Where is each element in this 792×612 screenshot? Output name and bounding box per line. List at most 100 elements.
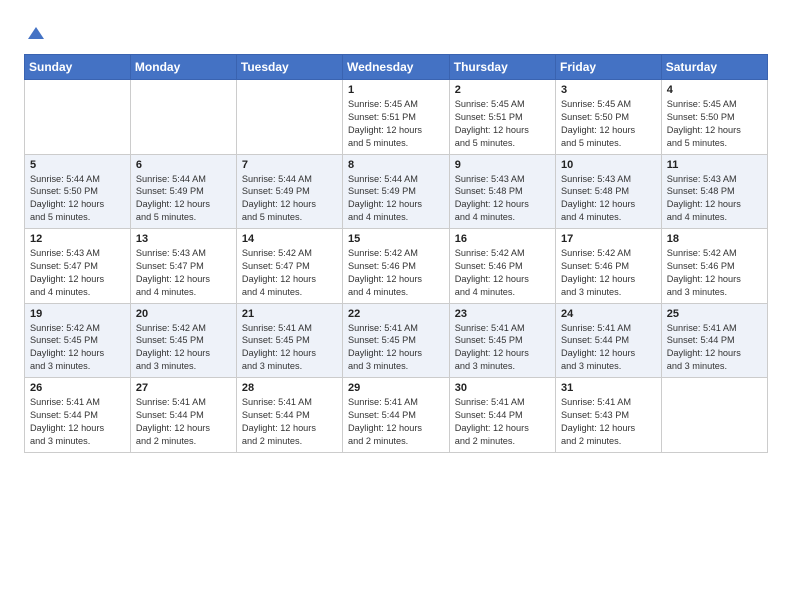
day-number: 9: [455, 159, 550, 171]
cell-content: Sunrise: 5:44 AM Sunset: 5:50 PM Dayligh…: [30, 173, 125, 225]
cell-content: Sunrise: 5:41 AM Sunset: 5:44 PM Dayligh…: [30, 396, 125, 448]
day-header: Thursday: [449, 55, 555, 80]
calendar-cell: 30 Sunrise: 5:41 AM Sunset: 5:44 PM Dayli…: [449, 378, 555, 453]
calendar-week-row: 19 Sunrise: 5:42 AM Sunset: 5:45 PM Dayli…: [25, 303, 768, 378]
cell-content: Sunrise: 5:43 AM Sunset: 5:47 PM Dayligh…: [30, 247, 125, 299]
cell-content: Sunrise: 5:41 AM Sunset: 5:44 PM Dayligh…: [242, 396, 337, 448]
logo-text: [24, 24, 47, 46]
calendar-cell: 26 Sunrise: 5:41 AM Sunset: 5:44 PM Dayli…: [25, 378, 131, 453]
calendar-week-row: 12 Sunrise: 5:43 AM Sunset: 5:47 PM Dayli…: [25, 229, 768, 304]
cell-content: Sunrise: 5:45 AM Sunset: 5:50 PM Dayligh…: [561, 98, 656, 150]
day-number: 20: [136, 308, 231, 320]
cell-content: Sunrise: 5:41 AM Sunset: 5:44 PM Dayligh…: [455, 396, 550, 448]
cell-content: Sunrise: 5:41 AM Sunset: 5:43 PM Dayligh…: [561, 396, 656, 448]
day-number: 11: [667, 159, 762, 171]
calendar-cell: 21 Sunrise: 5:41 AM Sunset: 5:45 PM Dayli…: [236, 303, 342, 378]
calendar-cell: 22 Sunrise: 5:41 AM Sunset: 5:45 PM Dayli…: [342, 303, 449, 378]
cell-content: Sunrise: 5:44 AM Sunset: 5:49 PM Dayligh…: [136, 173, 231, 225]
day-number: 3: [561, 84, 656, 96]
day-number: 5: [30, 159, 125, 171]
day-number: 4: [667, 84, 762, 96]
calendar-cell: 4 Sunrise: 5:45 AM Sunset: 5:50 PM Daylig…: [661, 80, 767, 155]
calendar-cell: 10 Sunrise: 5:43 AM Sunset: 5:48 PM Dayli…: [556, 154, 662, 229]
calendar-cell: 5 Sunrise: 5:44 AM Sunset: 5:50 PM Daylig…: [25, 154, 131, 229]
day-header: Sunday: [25, 55, 131, 80]
day-number: 1: [348, 84, 444, 96]
cell-content: Sunrise: 5:41 AM Sunset: 5:44 PM Dayligh…: [136, 396, 231, 448]
day-number: 22: [348, 308, 444, 320]
logo-icon: [25, 24, 47, 46]
calendar-cell: 16 Sunrise: 5:42 AM Sunset: 5:46 PM Dayli…: [449, 229, 555, 304]
day-header: Wednesday: [342, 55, 449, 80]
cell-content: Sunrise: 5:41 AM Sunset: 5:44 PM Dayligh…: [667, 322, 762, 374]
day-number: 31: [561, 382, 656, 394]
cell-content: Sunrise: 5:42 AM Sunset: 5:46 PM Dayligh…: [667, 247, 762, 299]
calendar-cell: 29 Sunrise: 5:41 AM Sunset: 5:44 PM Dayli…: [342, 378, 449, 453]
cell-content: Sunrise: 5:45 AM Sunset: 5:50 PM Dayligh…: [667, 98, 762, 150]
day-header: Friday: [556, 55, 662, 80]
calendar-cell: 27 Sunrise: 5:41 AM Sunset: 5:44 PM Dayli…: [130, 378, 236, 453]
day-number: 29: [348, 382, 444, 394]
day-number: 18: [667, 233, 762, 245]
cell-content: Sunrise: 5:41 AM Sunset: 5:45 PM Dayligh…: [348, 322, 444, 374]
logo: [24, 24, 47, 46]
calendar-cell: 17Sunrise: 5:42 AM Sunset: 5:46 PM Dayli…: [556, 229, 662, 304]
day-header: Tuesday: [236, 55, 342, 80]
cell-content: Sunrise: 5:44 AM Sunset: 5:49 PM Dayligh…: [242, 173, 337, 225]
calendar-cell: [130, 80, 236, 155]
day-number: 27: [136, 382, 231, 394]
calendar-cell: 15 Sunrise: 5:42 AM Sunset: 5:46 PM Dayli…: [342, 229, 449, 304]
day-number: 23: [455, 308, 550, 320]
calendar-cell: 2 Sunrise: 5:45 AM Sunset: 5:51 PM Daylig…: [449, 80, 555, 155]
day-number: 12: [30, 233, 125, 245]
day-number: 2: [455, 84, 550, 96]
calendar-cell: [25, 80, 131, 155]
day-number: 19: [30, 308, 125, 320]
cell-content: Sunrise: 5:41 AM Sunset: 5:45 PM Dayligh…: [455, 322, 550, 374]
cell-content: Sunrise: 5:42 AM Sunset: 5:46 PM Dayligh…: [455, 247, 550, 299]
cell-content: Sunrise: 5:45 AM Sunset: 5:51 PM Dayligh…: [348, 98, 444, 150]
day-number: 15: [348, 233, 444, 245]
calendar-cell: 14Sunrise: 5:42 AM Sunset: 5:47 PM Dayli…: [236, 229, 342, 304]
cell-content: Sunrise: 5:41 AM Sunset: 5:45 PM Dayligh…: [242, 322, 337, 374]
cell-content: Sunrise: 5:44 AM Sunset: 5:49 PM Dayligh…: [348, 173, 444, 225]
calendar-cell: 25Sunrise: 5:41 AM Sunset: 5:44 PM Dayli…: [661, 303, 767, 378]
calendar-week-row: 26 Sunrise: 5:41 AM Sunset: 5:44 PM Dayli…: [25, 378, 768, 453]
day-number: 28: [242, 382, 337, 394]
calendar-cell: 7Sunrise: 5:44 AM Sunset: 5:49 PM Daylig…: [236, 154, 342, 229]
calendar-cell: 12 Sunrise: 5:43 AM Sunset: 5:47 PM Dayli…: [25, 229, 131, 304]
cell-content: Sunrise: 5:45 AM Sunset: 5:51 PM Dayligh…: [455, 98, 550, 150]
calendar-cell: 8 Sunrise: 5:44 AM Sunset: 5:49 PM Daylig…: [342, 154, 449, 229]
day-number: 14: [242, 233, 337, 245]
calendar-cell: 24Sunrise: 5:41 AM Sunset: 5:44 PM Dayli…: [556, 303, 662, 378]
cell-content: Sunrise: 5:41 AM Sunset: 5:44 PM Dayligh…: [561, 322, 656, 374]
day-number: 16: [455, 233, 550, 245]
cell-content: Sunrise: 5:43 AM Sunset: 5:47 PM Dayligh…: [136, 247, 231, 299]
page-header: [24, 20, 768, 46]
calendar-week-row: 1 Sunrise: 5:45 AM Sunset: 5:51 PM Daylig…: [25, 80, 768, 155]
day-number: 13: [136, 233, 231, 245]
cell-content: Sunrise: 5:42 AM Sunset: 5:46 PM Dayligh…: [348, 247, 444, 299]
calendar-cell: [661, 378, 767, 453]
cell-content: Sunrise: 5:42 AM Sunset: 5:45 PM Dayligh…: [136, 322, 231, 374]
day-number: 10: [561, 159, 656, 171]
calendar-cell: 31 Sunrise: 5:41 AM Sunset: 5:43 PM Dayli…: [556, 378, 662, 453]
calendar-cell: 3 Sunrise: 5:45 AM Sunset: 5:50 PM Daylig…: [556, 80, 662, 155]
day-number: 21: [242, 308, 337, 320]
day-number: 30: [455, 382, 550, 394]
calendar-cell: 6 Sunrise: 5:44 AM Sunset: 5:49 PM Daylig…: [130, 154, 236, 229]
day-header: Saturday: [661, 55, 767, 80]
cell-content: Sunrise: 5:42 AM Sunset: 5:46 PM Dayligh…: [561, 247, 656, 299]
calendar-cell: 11Sunrise: 5:43 AM Sunset: 5:48 PM Dayli…: [661, 154, 767, 229]
day-header: Monday: [130, 55, 236, 80]
day-number: 6: [136, 159, 231, 171]
day-number: 26: [30, 382, 125, 394]
calendar-week-row: 5 Sunrise: 5:44 AM Sunset: 5:50 PM Daylig…: [25, 154, 768, 229]
calendar-cell: 20 Sunrise: 5:42 AM Sunset: 5:45 PM Dayli…: [130, 303, 236, 378]
cell-content: Sunrise: 5:41 AM Sunset: 5:44 PM Dayligh…: [348, 396, 444, 448]
calendar-cell: 19Sunrise: 5:42 AM Sunset: 5:45 PM Dayli…: [25, 303, 131, 378]
calendar-cell: 1 Sunrise: 5:45 AM Sunset: 5:51 PM Daylig…: [342, 80, 449, 155]
cell-content: Sunrise: 5:43 AM Sunset: 5:48 PM Dayligh…: [561, 173, 656, 225]
day-number: 8: [348, 159, 444, 171]
calendar-cell: 13 Sunrise: 5:43 AM Sunset: 5:47 PM Dayli…: [130, 229, 236, 304]
